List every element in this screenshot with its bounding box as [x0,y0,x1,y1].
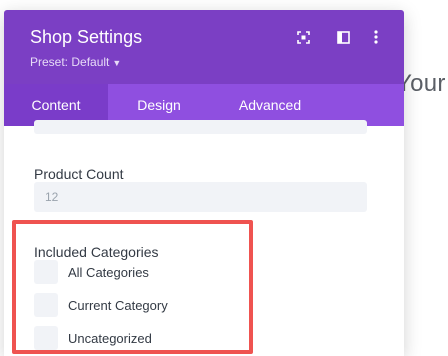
product-count-input[interactable] [34,182,367,212]
expand-icon[interactable] [295,29,311,45]
category-option-all[interactable]: All Categories [34,260,149,284]
split-view-icon[interactable] [335,29,351,45]
product-count-label: Product Count [34,166,124,182]
screen: Your Shop Settings Preset: Default ▼ Con… [0,0,448,356]
uncategorized-label: Uncategorized [68,330,152,346]
settings-panel: Shop Settings Preset: Default ▼ Content … [4,10,404,356]
preset-label: Preset: Default [30,55,110,69]
uncategorized-checkbox[interactable] [34,326,58,350]
current-category-label: Current Category [68,297,168,313]
current-category-checkbox[interactable] [34,293,58,317]
panel-header: Shop Settings Preset: Default ▼ [4,10,404,84]
preset-selector[interactable]: Preset: Default ▼ [30,55,121,69]
all-categories-label: All Categories [68,264,149,280]
included-categories-label: Included Categories [34,244,159,260]
more-icon[interactable] [368,29,384,45]
category-option-uncategorized[interactable]: Uncategorized [34,326,152,350]
caret-down-icon: ▼ [112,58,122,68]
all-categories-checkbox[interactable] [34,260,58,284]
panel-title: Shop Settings [30,27,143,47]
content-area: Product Count Included Categories All Ca… [4,120,404,356]
category-option-current[interactable]: Current Category [34,293,168,317]
previous-field-select[interactable] [34,120,367,134]
